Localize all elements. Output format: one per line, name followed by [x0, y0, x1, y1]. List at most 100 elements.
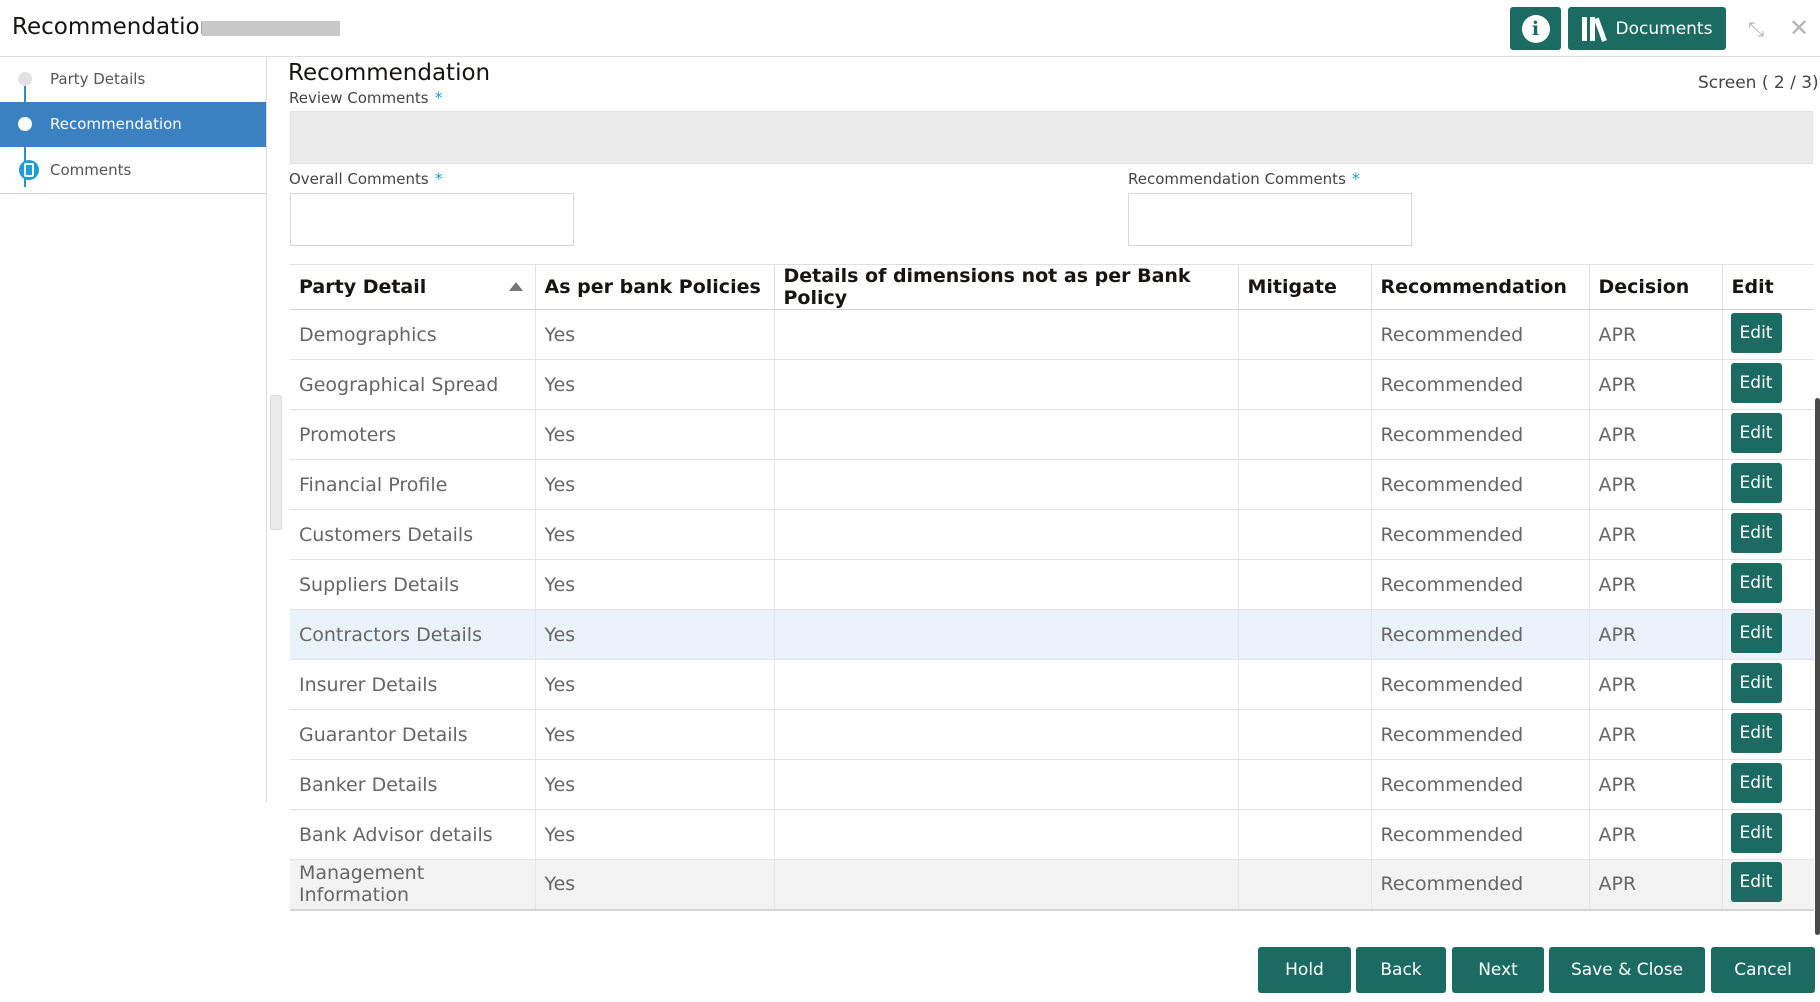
edit-button[interactable]: Edit: [1730, 712, 1782, 753]
mitigate-cell: [1238, 659, 1372, 710]
party-detail-cell: Geographical Spread: [290, 359, 536, 410]
documents-button[interactable]: Documents: [1568, 7, 1726, 50]
decision-cell: APR: [1589, 659, 1723, 710]
dimension-details-cell: [774, 809, 1239, 860]
dimension-details-cell: [774, 559, 1239, 610]
bank-policy-cell: Yes: [535, 509, 775, 560]
dimension-details-cell: [774, 409, 1239, 460]
bank-policy-cell: Yes: [535, 859, 775, 911]
edit-button[interactable]: Edit: [1730, 862, 1782, 903]
overall-comments-label-text: Overall Comments: [289, 170, 429, 188]
required-marker: *: [434, 88, 443, 107]
train-stop-sidebar: Party Details Recommendation Comments: [0, 57, 267, 802]
table-row[interactable]: Promoters Yes Recommended APR Edit: [290, 409, 1814, 460]
review-comments-field[interactable]: [290, 111, 1813, 164]
vertical-scrollbar[interactable]: [1815, 398, 1820, 935]
review-comments-label: Review Comments *: [289, 88, 443, 107]
table-row[interactable]: Contractors Details Yes Recommended APR Edit: [290, 609, 1814, 660]
bank-policy-cell: Yes: [535, 409, 775, 460]
party-detail-cell: Suppliers Details: [290, 559, 536, 610]
dimension-details-cell: [774, 759, 1239, 810]
edit-button[interactable]: Edit: [1730, 312, 1782, 353]
column-header-recommendation: Recommendation: [1371, 264, 1590, 310]
overall-comments-field[interactable]: [290, 193, 574, 246]
table-row[interactable]: Demographics Yes Recommended APR Edit: [290, 309, 1814, 360]
dimension-details-cell: [774, 359, 1239, 410]
column-header-mitigate: Mitigate: [1238, 264, 1372, 310]
decision-cell: APR: [1589, 609, 1723, 660]
close-icon[interactable]: ✕: [1789, 14, 1809, 42]
bank-policy-cell: Yes: [535, 759, 775, 810]
decision-cell: APR: [1589, 409, 1723, 460]
hold-button[interactable]: Hold: [1258, 947, 1351, 993]
mitigate-cell: [1238, 509, 1372, 560]
edit-button[interactable]: Edit: [1730, 812, 1782, 853]
visited-stop-icon: [18, 72, 32, 86]
edit-button[interactable]: Edit: [1730, 562, 1782, 603]
overall-comments-label: Overall Comments *: [289, 169, 443, 188]
table-row[interactable]: Geographical Spread Yes Recommended APR Edit: [290, 359, 1814, 410]
sidebar-collapse-handle[interactable]: [270, 395, 282, 530]
edit-button[interactable]: Edit: [1730, 762, 1782, 803]
party-detail-cell: Financial Profile: [290, 459, 536, 510]
table-row[interactable]: Financial Profile Yes Recommended APR Edit: [290, 459, 1814, 510]
bank-policy-cell: Yes: [535, 709, 775, 760]
decision-cell: APR: [1589, 859, 1723, 911]
app-header: Recommendation - i Documents ⤡ ✕: [0, 0, 1820, 57]
table-row[interactable]: Bank Advisor details Yes Recommended APR Edi…: [290, 809, 1814, 860]
table-row[interactable]: Banker Details Yes Recommended APR Edit: [290, 759, 1814, 810]
table-row[interactable]: Insurer Details Yes Recommended APR Edit: [290, 659, 1814, 710]
recommendation-comments-field[interactable]: [1128, 193, 1412, 246]
save-close-button[interactable]: Save & Close: [1549, 947, 1705, 993]
column-header-party-detail[interactable]: Party Detail: [290, 264, 536, 310]
edit-button[interactable]: Edit: [1730, 512, 1782, 553]
table-row[interactable]: Management Information Yes Recommended APR E…: [290, 859, 1814, 911]
edit-button[interactable]: Edit: [1730, 362, 1782, 403]
screen-indicator: Screen ( 2 / 3): [1698, 73, 1819, 93]
recommendation-cell: Recommended: [1371, 359, 1590, 410]
sort-ascending-icon[interactable]: [508, 282, 523, 291]
recommendation-table: Party Detail As per bank Policies Detail…: [290, 264, 1814, 911]
required-marker: *: [434, 169, 443, 188]
bank-policy-cell: Yes: [535, 559, 775, 610]
column-header-bank-policies: As per bank Policies: [535, 264, 775, 310]
sidebar-item-party-details[interactable]: Party Details: [0, 57, 266, 102]
edit-button[interactable]: Edit: [1730, 412, 1782, 453]
dimension-details-cell: [774, 709, 1239, 760]
mitigate-cell: [1238, 309, 1372, 360]
column-header-decision: Decision: [1589, 264, 1723, 310]
recommendation-cell: Recommended: [1371, 859, 1590, 911]
sidebar-item-comments[interactable]: Comments: [0, 148, 266, 193]
bank-policy-cell: Yes: [535, 809, 775, 860]
cancel-button[interactable]: Cancel: [1711, 947, 1815, 993]
table-row[interactable]: Customers Details Yes Recommended APR Edit: [290, 509, 1814, 560]
party-detail-cell: Management Information: [290, 859, 536, 911]
mitigate-cell: [1238, 859, 1372, 911]
edit-cell: Edit: [1722, 809, 1814, 860]
recommendation-cell: Recommended: [1371, 459, 1590, 510]
page-title: Recommendation: [288, 60, 491, 86]
edit-button[interactable]: Edit: [1730, 662, 1782, 703]
edit-cell: Edit: [1722, 659, 1814, 710]
sidebar-divider: [0, 193, 266, 194]
window-title: Recommendation -: [12, 14, 230, 40]
party-detail-cell: Customers Details: [290, 509, 536, 560]
recommendation-cell: Recommended: [1371, 409, 1590, 460]
info-button[interactable]: i: [1510, 7, 1561, 50]
table-header-row: Party Detail As per bank Policies Detail…: [290, 264, 1814, 310]
next-button[interactable]: Next: [1452, 947, 1544, 993]
sidebar-item-label: Recommendation: [50, 115, 182, 133]
minimize-icon[interactable]: ⤡: [1748, 17, 1764, 41]
decision-cell: APR: [1589, 759, 1723, 810]
table-row[interactable]: Guarantor Details Yes Recommended APR Edit: [290, 709, 1814, 760]
edit-cell: Edit: [1722, 759, 1814, 810]
mitigate-cell: [1238, 409, 1372, 460]
table-row[interactable]: Suppliers Details Yes Recommended APR Edit: [290, 559, 1814, 610]
recommendation-comments-label-text: Recommendation Comments: [1128, 170, 1346, 188]
edit-button[interactable]: Edit: [1730, 462, 1782, 503]
sidebar-item-recommendation[interactable]: Recommendation: [0, 102, 266, 147]
edit-button[interactable]: Edit: [1730, 612, 1782, 653]
sidebar-item-label: Party Details: [50, 70, 146, 88]
decision-cell: APR: [1589, 459, 1723, 510]
back-button[interactable]: Back: [1356, 947, 1446, 993]
